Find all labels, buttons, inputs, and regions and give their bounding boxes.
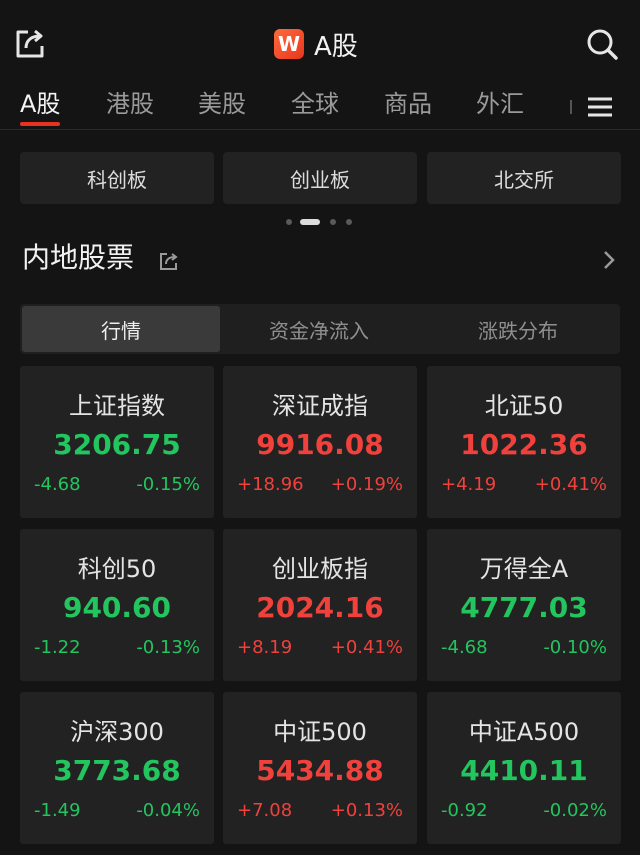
index-change: -0.92 bbox=[441, 800, 488, 821]
index-change: +8.19 bbox=[237, 637, 293, 658]
quick-link-label: 北交所 bbox=[494, 167, 554, 192]
index-value: 9916.08 bbox=[256, 428, 384, 461]
index-change-percent: -0.10% bbox=[543, 637, 607, 658]
index-change: +4.19 bbox=[441, 474, 497, 495]
index-change-percent: -0.15% bbox=[136, 474, 200, 495]
index-card[interactable]: 北证50 1022.36 +4.19 +0.41% bbox=[427, 366, 621, 518]
tab-a-shares[interactable]: A股 bbox=[20, 86, 61, 126]
tab-commodities[interactable]: 商品 bbox=[384, 86, 432, 126]
section-header[interactable]: 内地股票 bbox=[22, 238, 622, 282]
app-title: W A股 bbox=[274, 26, 358, 62]
market-tabs: A股 港股 美股 全球 商品 外汇 bbox=[0, 86, 640, 130]
tab-label: 外汇 bbox=[476, 90, 524, 118]
segment-label: 行情 bbox=[101, 318, 141, 343]
tab-global[interactable]: 全球 bbox=[291, 86, 339, 126]
index-card[interactable]: 科创50 940.60 -1.22 -0.13% bbox=[20, 529, 214, 681]
top-bar: W A股 bbox=[0, 0, 640, 88]
app-logo: W bbox=[274, 29, 304, 59]
index-name: 沪深300 bbox=[70, 718, 164, 746]
chevron-right-icon[interactable] bbox=[600, 248, 618, 272]
index-change-percent: +0.41% bbox=[330, 637, 403, 658]
index-change-percent: +0.13% bbox=[330, 800, 403, 821]
chinext-button[interactable]: 创业板 bbox=[223, 152, 417, 204]
index-name: 深证成指 bbox=[272, 392, 368, 420]
quick-link-label: 科创板 bbox=[87, 167, 147, 192]
menu-icon[interactable] bbox=[584, 92, 616, 122]
index-value: 4410.11 bbox=[460, 754, 588, 787]
page-dot[interactable] bbox=[346, 219, 352, 225]
index-name: 万得全A bbox=[479, 555, 569, 583]
index-value: 5434.88 bbox=[256, 754, 384, 787]
tab-label: 港股 bbox=[106, 90, 154, 118]
index-value: 1022.36 bbox=[460, 428, 588, 461]
view-segmented-control: 行情 资金净流入 涨跌分布 bbox=[20, 304, 620, 354]
index-change: +7.08 bbox=[237, 800, 293, 821]
external-link-icon[interactable] bbox=[158, 250, 180, 272]
segment-distribution[interactable]: 涨跌分布 bbox=[419, 306, 617, 352]
index-card[interactable]: 万得全A 4777.03 -4.68 -0.10% bbox=[427, 529, 621, 681]
star-market-button[interactable]: 科创板 bbox=[20, 152, 214, 204]
index-name: 创业板指 bbox=[272, 555, 368, 583]
index-name: 科创50 bbox=[77, 555, 157, 583]
tab-label: A股 bbox=[20, 90, 61, 118]
index-card[interactable]: 中证500 5434.88 +7.08 +0.13% bbox=[223, 692, 417, 844]
index-change: -4.68 bbox=[34, 474, 81, 495]
index-change-percent: -0.13% bbox=[136, 637, 200, 658]
page-dot-active[interactable] bbox=[300, 219, 320, 225]
page-dot[interactable] bbox=[330, 219, 336, 225]
index-change: -4.68 bbox=[441, 637, 488, 658]
segment-label: 涨跌分布 bbox=[478, 318, 558, 343]
index-value: 3206.75 bbox=[53, 428, 181, 461]
index-name: 中证A500 bbox=[468, 718, 580, 746]
index-change-percent: +0.19% bbox=[330, 474, 403, 495]
segment-label: 资金净流入 bbox=[269, 318, 369, 343]
section-title: 内地股票 bbox=[22, 241, 135, 274]
search-icon[interactable] bbox=[584, 26, 620, 62]
page-dot[interactable] bbox=[286, 219, 292, 225]
index-change: -1.22 bbox=[34, 637, 81, 658]
index-change: +18.96 bbox=[237, 474, 304, 495]
index-value: 3773.68 bbox=[53, 754, 181, 787]
index-value: 940.60 bbox=[62, 591, 172, 624]
tab-overflow-hint bbox=[560, 86, 576, 126]
index-card[interactable]: 深证成指 9916.08 +18.96 +0.19% bbox=[223, 366, 417, 518]
tab-label: 商品 bbox=[384, 90, 432, 118]
index-card[interactable]: 沪深300 3773.68 -1.49 -0.04% bbox=[20, 692, 214, 844]
tab-us-shares[interactable]: 美股 bbox=[198, 86, 246, 126]
index-change-percent: -0.02% bbox=[543, 800, 607, 821]
share-icon[interactable] bbox=[12, 26, 48, 62]
index-name: 上证指数 bbox=[69, 392, 165, 420]
segment-net-inflow[interactable]: 资金净流入 bbox=[220, 306, 418, 352]
page-title: A股 bbox=[314, 31, 358, 62]
index-value: 2024.16 bbox=[256, 591, 384, 624]
index-card[interactable]: 中证A500 4410.11 -0.92 -0.02% bbox=[427, 692, 621, 844]
tab-label: 全球 bbox=[291, 90, 339, 118]
index-change-percent: +0.41% bbox=[534, 474, 607, 495]
index-change-percent: -0.04% bbox=[136, 800, 200, 821]
tab-label: 美股 bbox=[198, 90, 246, 118]
page-indicator bbox=[0, 218, 640, 226]
tab-hk-shares[interactable]: 港股 bbox=[106, 86, 154, 126]
index-card[interactable]: 上证指数 3206.75 -4.68 -0.15% bbox=[20, 366, 214, 518]
segment-quotes[interactable]: 行情 bbox=[22, 306, 220, 352]
index-card[interactable]: 创业板指 2024.16 +8.19 +0.41% bbox=[223, 529, 417, 681]
active-tab-indicator bbox=[20, 122, 61, 126]
bse-button[interactable]: 北交所 bbox=[427, 152, 621, 204]
index-change: -1.49 bbox=[34, 800, 81, 821]
quick-link-label: 创业板 bbox=[290, 167, 350, 192]
index-value: 4777.03 bbox=[460, 591, 588, 624]
index-name: 北证50 bbox=[484, 392, 564, 420]
index-name: 中证500 bbox=[273, 718, 367, 746]
tab-forex[interactable]: 外汇 bbox=[476, 86, 524, 126]
